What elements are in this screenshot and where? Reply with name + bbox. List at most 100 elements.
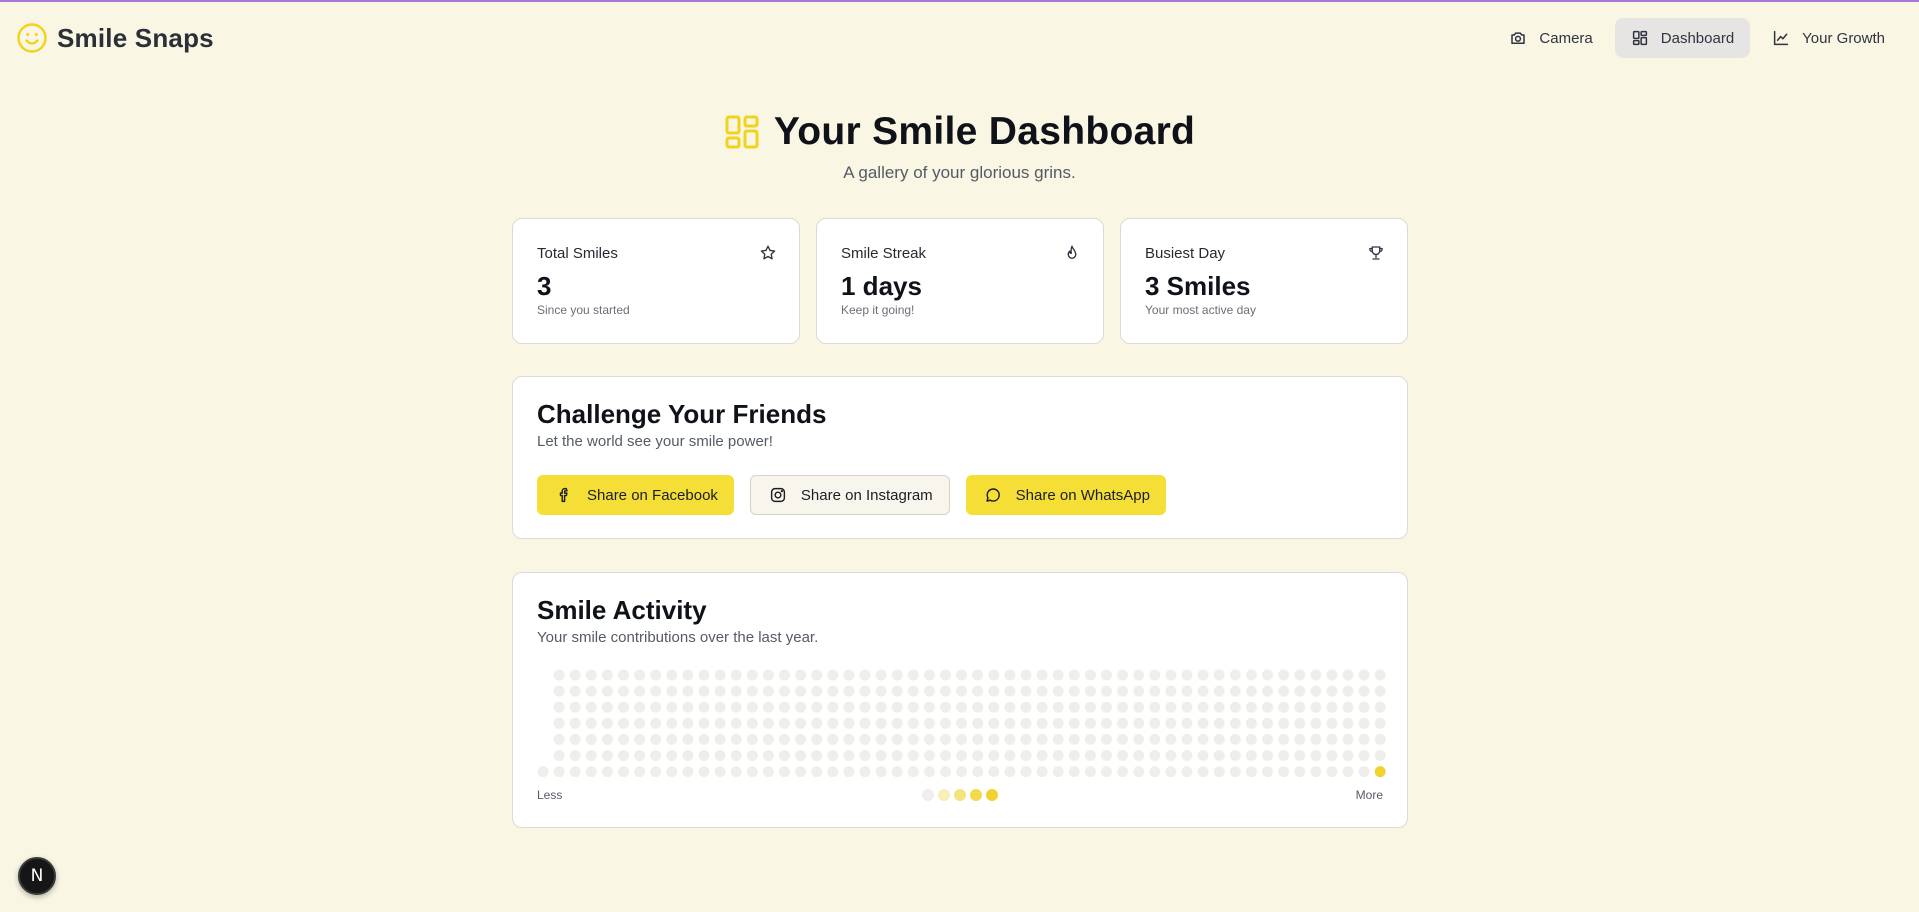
activity-day [1084,733,1096,745]
activity-day [1068,733,1080,745]
activity-day [779,685,790,697]
activity-day [1197,750,1209,761]
line-chart-icon [1774,30,1789,46]
activity-day [1229,701,1241,713]
activity-day [585,750,597,761]
activity-day [1342,669,1354,681]
activity-day [1294,717,1306,729]
activity-day [698,685,710,697]
activity-day [553,750,565,761]
activity-day [891,717,903,729]
activity-day [875,701,887,713]
activity-day [1004,685,1016,697]
activity-day [650,733,662,745]
activity-day [988,766,1000,778]
activity-day [1294,750,1306,761]
activity-day [907,733,919,745]
activity-day [827,685,839,697]
instagram-icon [770,487,786,503]
activity-day [795,717,807,729]
activity-day [666,701,678,713]
activity-day [585,733,597,745]
brand[interactable]: Smile Snaps [16,22,214,54]
activity-day [1181,766,1193,778]
activity-day [618,766,629,778]
legend-level-0 [922,789,934,801]
activity-day [682,766,694,778]
activity-day [1036,701,1048,713]
activity-day [634,701,646,713]
page-title: Your Smile Dashboard [773,110,1196,153]
activity-day [1278,733,1290,745]
activity-day [650,701,662,713]
legend-level-2 [954,789,966,801]
activity-day [1165,733,1177,745]
nav-camera-label: Camera [1539,29,1593,47]
activity-day [875,685,887,697]
activity-day [1310,669,1322,681]
nav-dashboard[interactable]: Dashboard [1614,18,1751,58]
activity-day [1036,717,1048,729]
activity-day [1278,717,1290,729]
activity-day [859,750,871,761]
nav-your-growth[interactable]: Your Growth [1756,18,1901,58]
activity-day [553,766,565,778]
activity-day [795,685,807,697]
activity-day [1084,750,1096,761]
activity-day [666,669,678,681]
activity-day [762,750,774,761]
nav-camera[interactable]: Camera [1493,18,1608,58]
activity-day [891,733,903,745]
activity-day [1036,685,1048,697]
activity-day [1213,766,1225,778]
activity-day [1245,701,1257,713]
activity-day [972,685,984,697]
activity-day [1149,669,1161,681]
activity-day [618,733,629,745]
activity-day [1101,733,1112,745]
activity-day [956,733,968,745]
activity-day [1149,685,1161,697]
nav-your-growth-label: Your Growth [1802,29,1885,47]
activity-day [843,750,855,761]
activity-day [746,750,758,761]
activity-day [843,669,855,681]
share-whatsapp-button[interactable]: Share on WhatsApp [965,475,1166,515]
activity-day [650,750,662,761]
activity-day [923,717,935,729]
activity-day [650,669,662,681]
stat-note: Since you started [537,303,630,317]
activity-day [1326,701,1338,713]
activity-day [553,717,565,729]
share-instagram-button[interactable]: Share on Instagram [749,475,950,515]
activity-day [1278,701,1290,713]
activity-day [956,750,968,761]
activity-day [1133,701,1145,713]
activity-day [1052,685,1064,697]
activity-day [1294,685,1306,697]
activity-day [1004,766,1016,778]
activity-day [1197,717,1209,729]
activity-day [843,717,855,729]
activity-day [569,733,581,745]
activity-day [1149,701,1161,713]
stat-note: Your most active day [1145,303,1256,317]
activity-day [601,750,613,761]
share-facebook-button[interactable]: Share on Facebook [537,475,734,515]
activity-day [1181,750,1193,761]
activity-day [1117,701,1129,713]
activity-day [1213,701,1225,713]
activity-day [1245,733,1257,745]
flame-icon [1067,245,1077,259]
activity-day [714,669,726,681]
stat-note: Keep it going! [841,303,915,317]
activity-day [601,669,613,681]
legend-level-3 [970,789,982,801]
activity-day [1310,717,1322,729]
whatsapp-icon [985,488,1000,502]
activity-day [1181,733,1193,745]
activity-day [1068,701,1080,713]
framework-badge[interactable]: N [18,857,56,895]
activity-day [634,685,646,697]
activity-day [988,733,1000,745]
